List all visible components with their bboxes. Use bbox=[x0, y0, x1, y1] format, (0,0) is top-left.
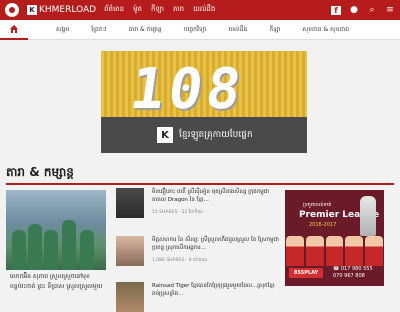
nav-item-entertainment[interactable]: តារា & កម្សាន្ត bbox=[129, 25, 162, 34]
list-thumbnail[interactable] bbox=[116, 282, 144, 312]
ad-year: 2016-2017 bbox=[309, 222, 337, 228]
ad-subtitle: ប្រកួតបាល់ទាត់ bbox=[303, 202, 332, 208]
ad-phone-2: 070 967 808 bbox=[333, 273, 365, 279]
top-nav-item[interactable]: តារា bbox=[173, 5, 184, 15]
top-bar: K KHMERLOAD ព័ត៌មាន ម៉ូត កីឡា តារា យល់ដឹ… bbox=[0, 0, 400, 20]
top-nav-item[interactable]: ព័ត៌មាន bbox=[104, 5, 124, 15]
search-icon[interactable]: ⌕ bbox=[367, 5, 377, 15]
home-button[interactable] bbox=[0, 20, 28, 40]
nav-item-technology[interactable]: បច្ចេកវិទ្យា bbox=[184, 25, 207, 34]
logo-text: KHMERLOAD bbox=[39, 5, 97, 15]
top-nav-item[interactable]: កីឡា bbox=[151, 5, 164, 15]
top-nav-item[interactable]: យល់ដឹង bbox=[193, 5, 215, 15]
menu-icon[interactable] bbox=[5, 3, 19, 17]
list-title[interactable]: មិត្តសហការ នៃ សិល្បៈ ស្រីស្រួលកើតជួលស្រួ… bbox=[152, 236, 280, 252]
nav-item-health[interactable]: សុខភាព & សុខភាព bbox=[303, 25, 350, 34]
section-divider bbox=[6, 183, 394, 185]
logo-k-icon: K bbox=[27, 5, 37, 15]
main-nav: សង្គម ព្រែកៗ តារា & កម្សាន្ត បច្ចេកវិទ្យ… bbox=[0, 20, 400, 40]
list-meta: 1,086 SHARES · 8 ម៉ោងមុន bbox=[152, 258, 208, 263]
ad-phone: ☎ 017 980 555 070 967 808 bbox=[333, 266, 373, 280]
trophy-icon bbox=[360, 196, 376, 236]
banner-caption-bar: K ខ្មែរឡូតគ្រុកាយបែផ្លេក bbox=[101, 117, 307, 153]
nav-item-sport[interactable]: កីឡា bbox=[269, 25, 280, 34]
banner-logo-icon: K bbox=[157, 127, 173, 143]
ad-phone-1: ☎ 017 980 555 bbox=[333, 266, 373, 272]
top-nav-item[interactable]: ម៉ូត bbox=[133, 5, 142, 15]
list-title[interactable]: Rainsad Tiger ខ្មែរបានកែប្រែប្រុងរួមមួយដ… bbox=[152, 282, 280, 298]
hero-banner[interactable]: 108 K ខ្មែរឡូតគ្រុកាយបែផ្លេក bbox=[101, 51, 307, 153]
premier-league-ad[interactable]: ប្រកួតបាល់ទាត់ Premier League 2016-2017 … bbox=[285, 190, 384, 286]
hero-caption[interactable]: លោកអ៊ិន សុភាព ស្រួលស្រួចនៅមុខ បន្ទប់វះកា… bbox=[10, 272, 105, 292]
facebook-icon[interactable]: f bbox=[331, 5, 341, 15]
section-title: តារា & កម្សាន្ត bbox=[6, 165, 74, 179]
list-thumbnail[interactable] bbox=[116, 188, 144, 218]
nav-item-society[interactable]: សង្គម bbox=[56, 25, 69, 34]
home-icon bbox=[10, 24, 18, 33]
banner-number: 108 bbox=[126, 57, 249, 122]
site-logo[interactable]: K KHMERLOAD bbox=[27, 5, 96, 15]
nav-item-knowledge[interactable]: យល់ដឹង bbox=[228, 25, 247, 34]
hero-image[interactable] bbox=[6, 190, 106, 270]
list-thumbnail[interactable] bbox=[116, 236, 144, 266]
list-meta: 15 SHARES · 22 វិនាទីមុន bbox=[152, 210, 204, 215]
list-title[interactable]: មិនជឿនោះ ចេតិ៍ ស្រីស៊ីទៀន មុតស្រីនាងសិស្… bbox=[152, 188, 280, 204]
top-nav: ព័ត៌មាន ម៉ូត កីឡា តារា យល់ដឹង bbox=[104, 5, 224, 15]
hamburger-icon[interactable]: ≡ bbox=[385, 5, 395, 15]
ad-players-image bbox=[285, 236, 384, 266]
user-icon[interactable]: ● bbox=[349, 5, 359, 15]
ad-brand: 855PLAY bbox=[289, 268, 323, 278]
banner-title: ខ្មែរឡូតគ្រុកាយបែផ្លេក bbox=[179, 129, 253, 140]
nav-item-news[interactable]: ព្រែកៗ bbox=[91, 25, 106, 34]
